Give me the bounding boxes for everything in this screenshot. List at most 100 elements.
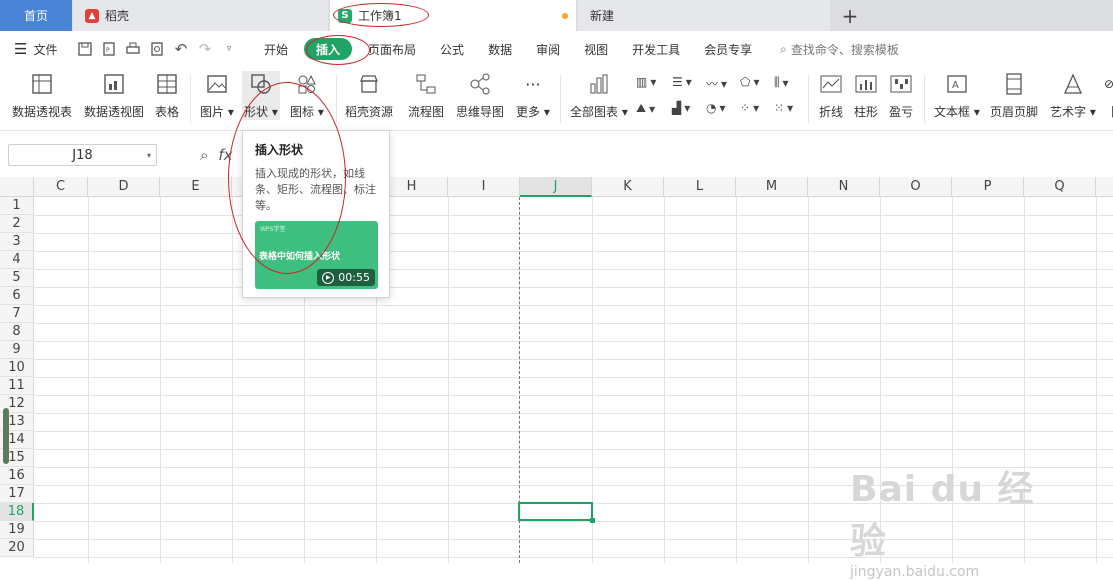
row-header[interactable]: 6 (0, 287, 34, 305)
sparkline-winloss-button[interactable]: 盈亏 (888, 71, 914, 120)
row-header[interactable]: 1 (0, 197, 34, 215)
row-header[interactable]: 16 (0, 467, 34, 485)
undo-icon[interactable]: ↶ (172, 40, 190, 58)
tab-formulas[interactable]: 公式 (428, 38, 476, 60)
tab-workbook[interactable]: S 工作簿1 (330, 0, 576, 31)
column-header[interactable]: M (736, 177, 808, 197)
spreadsheet-icon: S (338, 8, 352, 23)
row-header[interactable]: 5 (0, 269, 34, 287)
row-header[interactable]: 19 (0, 521, 34, 539)
picture-button[interactable]: 图片 ▾ (200, 71, 234, 120)
command-search[interactable]: ⌕ 查找命令、搜索模板 (780, 41, 899, 58)
column-chart-icon: ▥ (636, 75, 648, 89)
combo-chart-dropdown[interactable]: ⁙ ▾ (774, 101, 793, 115)
tab-page-layout[interactable]: 页面布局 (356, 38, 428, 60)
pie-chart-dropdown[interactable]: ◔ ▾ (706, 101, 726, 115)
customize-chevron-icon[interactable]: ▿ (220, 40, 238, 58)
selected-cell-j18[interactable] (518, 502, 595, 523)
tab-insert[interactable]: 插入 (304, 38, 353, 60)
shape-button[interactable]: 形状 ▾ (242, 71, 280, 120)
add-tab-button[interactable]: + (838, 0, 862, 31)
daoke-resources-button[interactable]: 稻壳资源 (345, 71, 393, 120)
row-header[interactable]: 2 (0, 215, 34, 233)
column-header-active[interactable]: J (520, 177, 592, 197)
area-chart-dropdown[interactable]: ⛰ ▾ (636, 101, 655, 116)
vertical-scrollbar-thumb[interactable] (3, 408, 9, 464)
select-all-corner[interactable] (0, 177, 34, 197)
column-header[interactable]: D (88, 177, 160, 197)
tab-home[interactable]: 首页 (0, 0, 72, 31)
tooltip-video[interactable]: WPS学堂 表格中如何插入形状 ▶ 00:55 (255, 221, 378, 289)
attachment-button[interactable]: ⊘ 附 (1104, 71, 1113, 120)
table-button[interactable]: 表格 (154, 71, 180, 120)
column-header[interactable]: O (880, 177, 952, 197)
column-header[interactable]: N (808, 177, 880, 197)
shape-tooltip: 插入形状 插入现成的形状，如线条、矩形、流程图、标注等。 WPS学堂 表格中如何… (242, 130, 390, 298)
column-header[interactable]: K (592, 177, 664, 197)
column-header[interactable]: C (34, 177, 88, 197)
pivot-table-button[interactable]: 数据透视表 (12, 71, 72, 120)
wordart-button[interactable]: 艺术字 ▾ (1050, 71, 1096, 120)
stat-chart-dropdown[interactable]: ▟ ▾ (672, 101, 690, 115)
column-header[interactable]: L (664, 177, 736, 197)
sparkline-column-label: 柱形 (853, 105, 878, 119)
more-button[interactable]: ··· 更多 ▾ (516, 71, 550, 120)
column-header[interactable]: E (160, 177, 232, 197)
tab-member[interactable]: 会员专享 (692, 38, 764, 60)
ribbon-separator (190, 75, 191, 123)
tab-developer[interactable]: 开发工具 (620, 38, 692, 60)
row-header[interactable]: 10 (0, 359, 34, 377)
tab-new[interactable]: 新建 (578, 0, 830, 31)
row-header[interactable]: 4 (0, 251, 34, 269)
column-header[interactable]: P (952, 177, 1024, 197)
radar-chart-dropdown[interactable]: ⬠ ▾ (740, 75, 759, 89)
print-icon[interactable] (124, 40, 142, 58)
column-chart-dropdown[interactable]: ▥ ▾ (636, 75, 656, 89)
pivot-chart-button[interactable]: 数据透视图 (84, 71, 144, 120)
tab-review[interactable]: 审阅 (524, 38, 572, 60)
bar-chart-dropdown[interactable]: ☰ ▾ (672, 75, 692, 89)
redo-icon[interactable]: ↷ (196, 40, 214, 58)
fx-button[interactable]: fx (218, 146, 232, 164)
ribbon-separator (560, 75, 561, 123)
export-pdf-icon[interactable]: P (100, 40, 118, 58)
horizontal-bar-icon: ☰ (672, 75, 683, 89)
row-header[interactable]: 20 (0, 539, 34, 557)
column-header[interactable] (1096, 177, 1113, 197)
tab-daoke[interactable]: ▲ 稻壳 (73, 0, 328, 31)
all-charts-button[interactable]: 全部图表 ▾ (570, 71, 628, 120)
row-header[interactable]: 11 (0, 377, 34, 395)
print-preview-icon[interactable] (148, 40, 166, 58)
line-chart-dropdown[interactable]: 〰 ▾ (706, 75, 727, 92)
sparkline-column-button[interactable]: 柱形 (853, 71, 879, 120)
stock-chart-dropdown[interactable]: ⫼ ▾ (774, 75, 789, 90)
fill-handle[interactable] (590, 518, 595, 523)
mindmap-button[interactable]: 思维导图 (456, 71, 504, 120)
row-header[interactable]: 3 (0, 233, 34, 251)
ribbon-insert: 数据透视表 数据透视图 表格 图片 ▾ 形状 ▾ 图标 ▾ 稻壳资源 流程图 思… (0, 67, 1113, 131)
row-header-active[interactable]: 18 (0, 503, 34, 521)
tab-start[interactable]: 开始 (252, 38, 300, 60)
header-footer-button[interactable]: 页眉页脚 (990, 71, 1038, 120)
video-duration[interactable]: ▶ 00:55 (317, 269, 375, 286)
sparkline-line-button[interactable]: 折线 (818, 71, 844, 120)
row-header[interactable]: 7 (0, 305, 34, 323)
icon-button[interactable]: 图标 ▾ (290, 71, 324, 120)
name-box[interactable]: J18 ▾ (8, 144, 157, 166)
column-header[interactable]: I (448, 177, 520, 197)
menu-row: ☰ 文件 P ↶ ↷ ▿ 开始 插入 页面布局 公式 数据 审阅 视图 开发工具… (0, 31, 1113, 67)
tab-view[interactable]: 视图 (572, 38, 620, 60)
row-header[interactable]: 8 (0, 323, 34, 341)
scatter-chart-dropdown[interactable]: ⁘ ▾ (740, 101, 759, 115)
textbox-button[interactable]: A 文本框 ▾ (934, 71, 980, 120)
flowchart-button[interactable]: 流程图 (408, 71, 444, 120)
histogram-icon: ▟ (672, 101, 682, 115)
save-icon[interactable] (76, 40, 94, 58)
zoom-search-icon[interactable]: ⌕ (200, 146, 208, 164)
column-header[interactable]: Q (1024, 177, 1096, 197)
file-menu-button[interactable]: ☰ 文件 (0, 40, 70, 58)
more-label: 更多 ▾ (516, 105, 550, 119)
row-header[interactable]: 17 (0, 485, 34, 503)
row-header[interactable]: 9 (0, 341, 34, 359)
tab-data[interactable]: 数据 (476, 38, 524, 60)
